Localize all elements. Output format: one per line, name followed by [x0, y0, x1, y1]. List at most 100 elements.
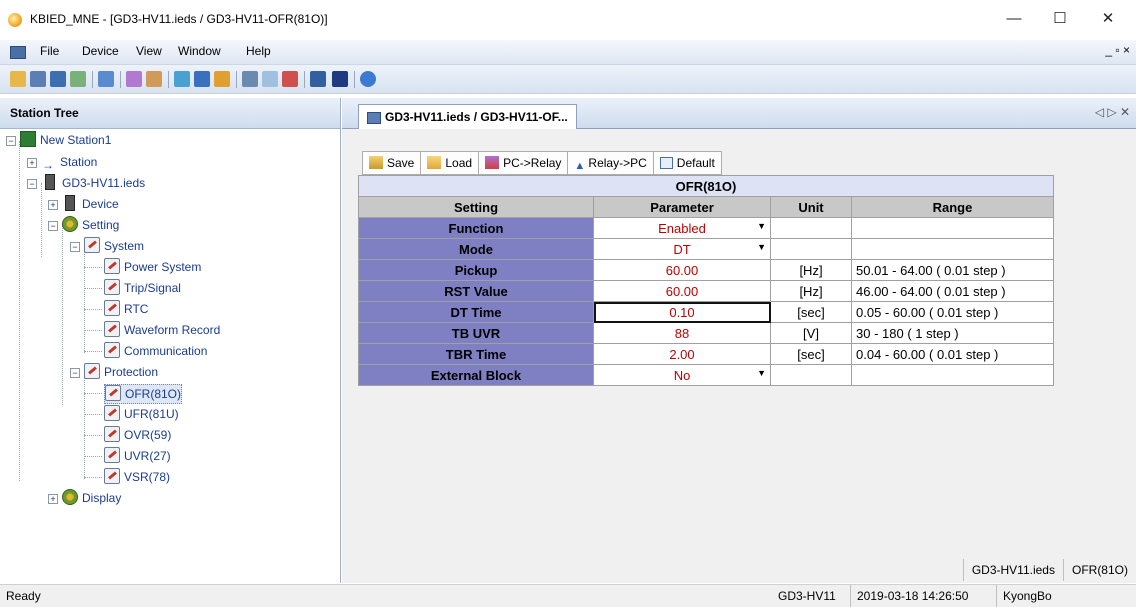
minimize-button[interactable]: — — [994, 6, 1034, 32]
relay-icon[interactable] — [126, 71, 142, 87]
collapse-toggle[interactable]: − — [27, 179, 37, 189]
dt-time-input[interactable]: 0.10 — [593, 301, 771, 323]
report-icon[interactable] — [214, 71, 230, 87]
tree-node-waveform-record[interactable]: Waveform Record — [104, 321, 220, 339]
mdi-document-icon[interactable] — [10, 46, 26, 59]
edit-icon — [84, 363, 100, 379]
arrow-right-icon: → — [42, 158, 54, 172]
tab-document[interactable]: GD3-HV11.ieds / GD3-HV11-OF... — [358, 104, 577, 129]
config-icon[interactable] — [146, 71, 162, 87]
edit-icon — [104, 405, 120, 421]
setting-label: DT Time — [358, 301, 594, 323]
menu-device[interactable]: Device — [82, 44, 119, 58]
chart-icon[interactable] — [282, 71, 298, 87]
close-button[interactable]: ✕ — [1088, 6, 1128, 32]
menu-view[interactable]: View — [136, 44, 162, 58]
tree-node-vsr[interactable]: VSR(78) — [104, 468, 170, 486]
tree-node-trip-signal[interactable]: Trip/Signal — [104, 279, 181, 297]
tree-node-ufr[interactable]: UFR(81U) — [104, 405, 179, 423]
tree-node-device[interactable]: Device — [62, 195, 119, 213]
tree-node-new-station[interactable]: New Station1 — [20, 131, 111, 149]
mode-select[interactable]: DT ▼ — [593, 238, 771, 260]
window-title: KBIED_MNE - [GD3-HV11.ieds / GD3-HV11-OF… — [30, 12, 328, 26]
edit-icon — [104, 321, 120, 337]
tree-node-communication[interactable]: Communication — [104, 342, 207, 360]
pc-to-relay-button[interactable]: PC->Relay — [478, 151, 569, 175]
expand-toggle[interactable]: + — [27, 158, 37, 168]
collapse-toggle[interactable]: − — [70, 242, 80, 252]
tree-node-setting[interactable]: Setting — [62, 216, 119, 234]
tab-navigation[interactable]: ◁ ▷ ✕ — [1095, 105, 1130, 119]
expand-toggle[interactable]: + — [48, 200, 58, 210]
tree-node-power-system[interactable]: Power System — [104, 258, 201, 276]
upload-icon[interactable] — [50, 71, 66, 87]
edit-icon — [104, 279, 120, 295]
save-button[interactable]: Save — [362, 151, 422, 175]
tree-node-display[interactable]: Display — [62, 489, 121, 507]
collapse-toggle[interactable]: − — [6, 136, 16, 146]
function-select[interactable]: Enabled ▼ — [593, 217, 771, 239]
folder-icon — [427, 156, 442, 169]
collapse-toggle[interactable]: − — [48, 221, 58, 231]
unit-cell: [sec] — [770, 343, 852, 365]
connect-icon[interactable] — [174, 71, 190, 87]
tree-node-ied[interactable]: GD3-HV11.ieds — [42, 174, 145, 192]
toolbar-separator — [354, 71, 355, 88]
arrow-up-icon: ▲ — [574, 160, 586, 172]
column-header-setting: Setting — [358, 196, 594, 218]
tree-node-ofr[interactable]: OFR(81O) — [104, 384, 183, 404]
menu-help[interactable]: Help — [246, 44, 271, 58]
load-button[interactable]: Load — [420, 151, 480, 175]
tree-node-uvr[interactable]: UVR(27) — [104, 447, 171, 465]
table-row: Function Enabled ▼ — [358, 217, 1054, 239]
export-icon[interactable] — [310, 71, 326, 87]
external-block-select[interactable]: No ▼ — [593, 364, 771, 386]
rst-value-input[interactable]: 60.00 — [593, 280, 771, 302]
pickup-input[interactable]: 60.00 — [593, 259, 771, 281]
unit-cell: [V] — [770, 322, 852, 344]
status-device: GD3-HV11 — [778, 589, 836, 603]
save-icon[interactable] — [30, 71, 46, 87]
tree-node-ovr[interactable]: OVR(59) — [104, 426, 171, 444]
default-button[interactable]: Default — [652, 151, 722, 175]
tree-node-protection[interactable]: Protection — [84, 363, 158, 381]
delete-icon[interactable] — [332, 71, 348, 87]
column-header-range: Range — [851, 196, 1054, 218]
send-icon — [485, 156, 500, 169]
edit-icon — [104, 426, 120, 442]
unit-cell: [sec] — [770, 301, 852, 323]
relay-to-pc-button[interactable]: ▲ Relay->PC — [567, 151, 654, 175]
menu-window[interactable]: Window — [178, 44, 221, 58]
help-icon[interactable] — [360, 71, 376, 87]
document-area: GD3-HV11.ieds / GD3-HV11-OF... ◁ ▷ ✕ Sav… — [342, 98, 1136, 583]
waveform-icon[interactable] — [262, 71, 278, 87]
monitor-icon[interactable] — [194, 71, 210, 87]
toolbar-separator — [92, 71, 93, 88]
collapse-toggle[interactable]: − — [70, 368, 80, 378]
setting-label: TB UVR — [358, 322, 594, 344]
table-icon — [659, 157, 673, 169]
table-row: DT Time 0.10 [sec] 0.05 - 60.00 ( 0.01 s… — [358, 301, 1054, 323]
open-icon[interactable] — [10, 71, 26, 87]
tree-node-station[interactable]: → Station — [42, 153, 97, 172]
tree-node-system[interactable]: System — [84, 237, 144, 255]
range-cell: 0.04 - 60.00 ( 0.01 step ) — [851, 343, 1054, 365]
network-icon[interactable] — [70, 71, 86, 87]
dropdown-arrow-icon[interactable]: ▼ — [757, 368, 766, 378]
expand-toggle[interactable]: + — [48, 494, 58, 504]
toolbar-separator — [120, 71, 121, 88]
tbr-time-input[interactable]: 2.00 — [593, 343, 771, 365]
list-icon[interactable] — [98, 71, 114, 87]
menu-bar: File Device View Window Help _ ▫ × — [0, 40, 1136, 65]
menu-file[interactable]: File — [40, 44, 59, 58]
dropdown-arrow-icon[interactable]: ▼ — [757, 221, 766, 231]
mdi-controls[interactable]: _ ▫ × — [1105, 43, 1130, 57]
window-icon[interactable] — [242, 71, 258, 87]
station-tree-header: Station Tree — [0, 98, 340, 129]
edit-icon — [104, 468, 120, 484]
settings-table: OFR(81O) Setting Parameter Unit Range Fu… — [358, 175, 1054, 386]
maximize-button[interactable]: ☐ — [1040, 6, 1080, 32]
dropdown-arrow-icon[interactable]: ▼ — [757, 242, 766, 252]
tb-uvr-input[interactable]: 88 — [593, 322, 771, 344]
tree-node-rtc[interactable]: RTC — [104, 300, 148, 318]
